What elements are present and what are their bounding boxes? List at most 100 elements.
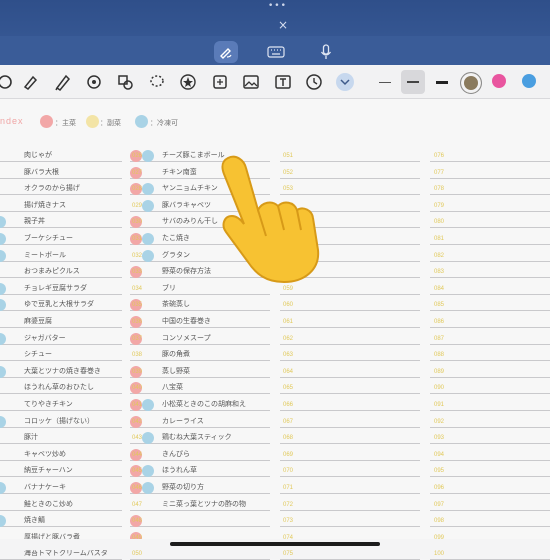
medium-line-icon — [407, 81, 419, 83]
recipe-title[interactable]: ジャガバター — [24, 333, 66, 343]
microphone-button[interactable] — [314, 41, 338, 63]
entry-number: 041 — [132, 402, 143, 408]
thin-stroke-option[interactable] — [374, 71, 396, 93]
recipe-title[interactable]: ミートボール — [24, 250, 66, 260]
recipe-title[interactable]: 中国の生春巻き — [162, 316, 211, 326]
entry-number: 073 — [283, 518, 294, 525]
recipe-title[interactable]: 納豆チャーハン — [24, 465, 73, 475]
recipe-title[interactable]: オクラのから揚げ — [24, 183, 80, 193]
entry-number: 089 — [434, 368, 445, 375]
recipe-title[interactable]: 親子丼 — [24, 216, 45, 226]
row-line — [280, 293, 420, 295]
row-line — [280, 493, 420, 494]
entry-number: 092 — [434, 418, 445, 425]
recipe-title[interactable]: 野菜の切り方 — [162, 482, 204, 492]
recipe-title[interactable]: 八宝菜 — [162, 382, 183, 392]
recipe-title[interactable]: 大葉とツナの焼き春巻き — [24, 366, 101, 376]
recipe-title[interactable]: カレーライス — [162, 416, 204, 426]
row-line — [0, 343, 122, 345]
recipe-title[interactable]: 蒸し野菜 — [162, 366, 190, 376]
freezer-dot — [142, 150, 154, 162]
recipe-title[interactable]: おつまみピクルス — [24, 266, 80, 276]
recipe-title[interactable]: コロッケ（揚げない） — [24, 416, 94, 426]
recipe-title[interactable]: 焼き鯖 — [24, 515, 45, 525]
entry-number: 063 — [283, 352, 294, 359]
text-tool[interactable] — [272, 71, 294, 93]
pencil-icon — [55, 74, 71, 91]
more-tools-button[interactable] — [336, 73, 354, 91]
row-line — [280, 360, 420, 362]
entry-number: 083 — [434, 269, 445, 276]
recipe-title[interactable]: チキン南蛮 — [162, 167, 197, 177]
pencil-tool[interactable] — [51, 71, 73, 93]
recipe-title[interactable]: キャベツ炒め — [24, 449, 66, 459]
row-line — [280, 426, 420, 428]
recipe-title[interactable]: バナナケーキ — [24, 482, 66, 492]
recipe-title[interactable]: 鮭ときのこ炒め — [24, 499, 73, 509]
entry-number: 044 — [132, 451, 143, 458]
shapes-tool[interactable] — [114, 71, 136, 93]
color-swatch-blue[interactable] — [522, 74, 536, 88]
row-line — [0, 244, 122, 245]
medium-stroke-option[interactable] — [401, 70, 425, 94]
recipe-title[interactable]: 揚げ焼きナス — [24, 200, 66, 210]
keyboard-button[interactable] — [264, 41, 288, 63]
recipe-title[interactable]: てりやきチキン — [24, 399, 73, 409]
home-indicator[interactable] — [170, 542, 380, 546]
window-handle[interactable]: ••• — [268, 2, 286, 11]
lasso-ring-tool[interactable] — [0, 71, 16, 93]
text-box-icon — [275, 75, 291, 89]
row-line — [280, 393, 420, 395]
lasso-tool[interactable] — [146, 71, 168, 93]
color-swatch-brown[interactable] — [460, 72, 482, 94]
recipe-title[interactable]: たこ焼き — [162, 233, 190, 243]
laser-timer-tool[interactable] — [303, 71, 325, 93]
elements-tool[interactable] — [209, 71, 231, 93]
thick-stroke-option[interactable] — [431, 71, 453, 93]
row-line — [430, 493, 550, 494]
entry-number: 070 — [283, 468, 294, 475]
row-line — [430, 244, 550, 245]
row-line — [430, 327, 550, 328]
recipe-title[interactable]: 鶏むね大葉スティック — [162, 432, 232, 442]
recipe-title[interactable]: 麻婆豆腐 — [24, 316, 52, 326]
recipe-title[interactable]: ゆで豆乳と大根サラダ — [24, 299, 94, 309]
entry-number: 026 — [132, 153, 143, 159]
entry-number: 027 — [132, 169, 143, 176]
row-line — [0, 210, 122, 212]
elements-icon — [213, 75, 227, 89]
recipe-title[interactable]: ほうれん草のおひたし — [24, 382, 94, 392]
pen-mode-button[interactable] — [214, 41, 238, 63]
row-line — [430, 161, 550, 162]
recipe-title[interactable]: チョレギ豆腐サラダ — [24, 283, 87, 293]
image-tool[interactable] — [240, 71, 262, 93]
recipe-title[interactable]: 茶碗蒸し — [162, 299, 190, 309]
row-line — [130, 376, 270, 378]
recipe-title[interactable]: ほうれん草 — [162, 465, 197, 475]
recipe-title[interactable]: ミニ菜っ葉とツナの酢の物 — [162, 499, 246, 509]
recipe-title[interactable]: ブーケシチュー — [24, 233, 73, 243]
recipe-title[interactable]: 小松菜ときのこの胡麻和え — [162, 399, 246, 409]
entry-number: 100 — [434, 551, 445, 558]
recipe-title[interactable]: 豚バラ大根 — [24, 167, 59, 177]
recipe-title[interactable]: グラタン — [162, 250, 190, 260]
ring-icon — [0, 75, 12, 89]
row-line — [0, 327, 122, 328]
recipe-title[interactable]: 豚汁 — [24, 432, 38, 442]
recipe-title[interactable]: 肉じゃが — [24, 150, 52, 160]
recipe-title[interactable]: きんぴら — [162, 449, 190, 459]
row-line — [0, 376, 122, 378]
entry-number: 087 — [434, 335, 445, 342]
recipe-title[interactable]: コンソメスープ — [162, 333, 211, 343]
recipe-title[interactable]: シチュー — [24, 349, 52, 359]
color-swatch-pink[interactable] — [492, 74, 506, 88]
close-button[interactable]: × — [276, 18, 290, 32]
shape-pen-tool[interactable] — [83, 71, 105, 93]
entry-number: 035 — [132, 302, 143, 309]
recipe-title[interactable]: ブリ — [162, 283, 176, 293]
entry-number: 040 — [132, 385, 143, 392]
sticker-tool[interactable] — [177, 71, 199, 93]
entry-number: 036 — [132, 319, 143, 325]
marker-tool[interactable] — [19, 71, 41, 93]
recipe-title[interactable]: 豚の角煮 — [162, 349, 190, 359]
